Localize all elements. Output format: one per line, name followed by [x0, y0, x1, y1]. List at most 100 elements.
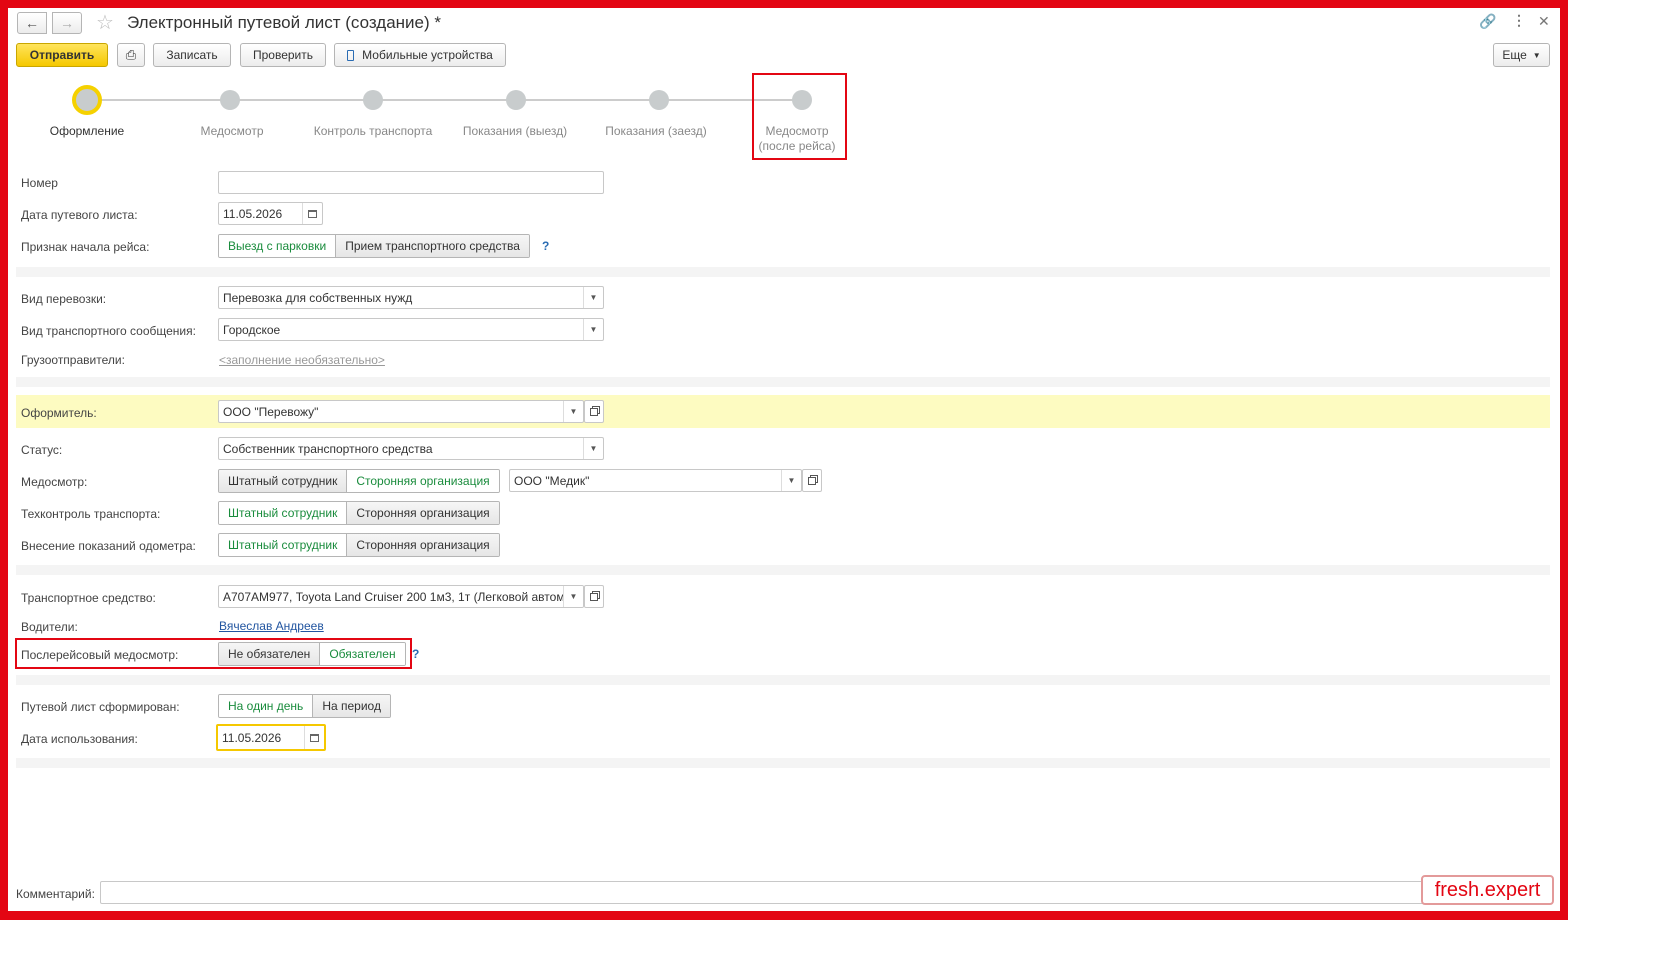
medical-org-value: ООО "Медик": [514, 473, 590, 488]
close-icon[interactable]: ✕: [1538, 13, 1550, 30]
vehicle-value: А707АМ977, Toyota Land Cruiser 200 1м3, …: [223, 589, 584, 604]
step-label-medical[interactable]: Медосмотр: [162, 124, 302, 139]
back-button[interactable]: ←: [17, 12, 47, 34]
medical-toggle[interactable]: Штатный сотрудник Сторонняя организация: [218, 469, 500, 493]
use-date-value: 11.05.2026: [222, 730, 282, 745]
section-separator: [16, 675, 1550, 685]
formed-for-toggle[interactable]: На один день На период: [218, 694, 391, 718]
traffic-kind-select[interactable]: Городское ▼: [218, 318, 604, 341]
phone-icon: [347, 49, 355, 61]
save-button[interactable]: Записать: [153, 43, 231, 67]
more-vertical-icon[interactable]: ⋮: [1512, 12, 1526, 29]
mobile-devices-label: Мобильные устройства: [362, 48, 493, 62]
step-dot-transport-control[interactable]: [363, 90, 383, 110]
forward-button[interactable]: →: [52, 12, 82, 34]
date-label: Дата путевого листа:: [21, 208, 138, 222]
odometer-label: Внесение показаний одометра:: [21, 539, 196, 553]
traffic-kind-label: Вид транспортного сообщения:: [21, 324, 196, 338]
number-label: Номер: [21, 176, 58, 190]
post-trip-medical-help-icon[interactable]: ?: [412, 647, 419, 661]
step-dot-readings-in[interactable]: [649, 90, 669, 110]
registrar-open-icon[interactable]: [584, 400, 604, 423]
odometer-toggle[interactable]: Штатный сотрудник Сторонняя организация: [218, 533, 500, 557]
shippers-label: Грузоотправители:: [21, 353, 125, 367]
more-label: Еще: [1502, 48, 1527, 62]
comment-field[interactable]: [100, 881, 1540, 904]
status-value: Собственник транспортного средства: [223, 441, 433, 456]
step-label-readings-in[interactable]: Показания (заезд): [586, 124, 726, 139]
highlight-box-post-trip-step: [752, 73, 847, 160]
option-third-party[interactable]: Сторонняя организация: [346, 502, 499, 524]
watermark-logo: fresh.expert: [1421, 875, 1554, 905]
status-select[interactable]: Собственник транспортного средства ▼: [218, 437, 604, 460]
option-from-parking[interactable]: Выезд с парковки: [219, 235, 336, 257]
section-separator: [16, 267, 1550, 277]
option-one-day[interactable]: На один день: [219, 695, 313, 717]
option-third-party[interactable]: Сторонняя организация: [346, 470, 499, 492]
section-separator: [16, 758, 1550, 768]
highlight-box-post-trip-field: [15, 638, 412, 669]
section-separator: [16, 565, 1550, 575]
transport-kind-select[interactable]: Перевозка для собственных нужд ▼: [218, 286, 604, 309]
driver-link[interactable]: Вячеслав Андреев: [219, 619, 324, 633]
chevron-down-icon[interactable]: ▼: [563, 586, 583, 607]
link-icon[interactable]: 🔗: [1479, 13, 1496, 30]
option-period[interactable]: На период: [312, 695, 390, 717]
option-staff-employee[interactable]: Штатный сотрудник: [219, 502, 347, 524]
vehicle-open-icon[interactable]: [584, 585, 604, 608]
print-button[interactable]: ⎙: [117, 43, 145, 67]
chevron-down-icon[interactable]: ▼: [583, 438, 603, 459]
option-third-party[interactable]: Сторонняя организация: [346, 534, 499, 556]
tech-control-toggle[interactable]: Штатный сотрудник Сторонняя организация: [218, 501, 500, 525]
shippers-link[interactable]: <заполнение необязательно>: [219, 353, 385, 367]
printer-icon: ⎙: [125, 47, 137, 62]
step-label-transport-control[interactable]: Контроль транспорта: [303, 124, 443, 139]
chevron-down-icon[interactable]: ▼: [583, 287, 603, 308]
send-button[interactable]: Отправить: [16, 43, 108, 67]
tech-control-label: Техконтроль транспорта:: [21, 507, 161, 521]
date-value: 11.05.2026: [223, 206, 283, 221]
step-label-readings-out[interactable]: Показания (выезд): [445, 124, 585, 139]
medical-org-open-icon[interactable]: [802, 469, 822, 492]
vehicle-select[interactable]: А707АМ977, Toyota Land Cruiser 200 1м3, …: [218, 585, 584, 608]
option-vehicle-acceptance[interactable]: Прием транспортного средства: [335, 235, 529, 257]
step-dot-medical[interactable]: [220, 90, 240, 110]
chevron-down-icon[interactable]: ▼: [583, 319, 603, 340]
comment-label: Комментарий:: [16, 887, 95, 901]
trip-start-label: Признак начала рейса:: [21, 240, 150, 254]
favorite-star-icon[interactable]: ☆: [96, 10, 114, 35]
step-label-registration[interactable]: Оформление: [17, 124, 157, 139]
stepper-track: [87, 99, 803, 101]
calendar-icon[interactable]: [302, 203, 322, 224]
drivers-label: Водители:: [21, 620, 78, 634]
transport-kind-label: Вид перевозки:: [21, 292, 107, 306]
medical-label: Медосмотр:: [21, 475, 88, 489]
use-date-field[interactable]: 11.05.2026: [216, 724, 326, 751]
registrar-select[interactable]: ООО "Перевожу" ▼: [218, 400, 584, 423]
transport-kind-value: Перевозка для собственных нужд: [223, 290, 413, 305]
calendar-icon[interactable]: [304, 726, 324, 749]
chevron-down-icon[interactable]: ▼: [563, 401, 583, 422]
arrow-left-icon: ←: [25, 15, 39, 31]
number-field[interactable]: [218, 171, 604, 194]
chevron-down-icon: ▼: [1532, 50, 1541, 60]
mobile-devices-button[interactable]: Мобильные устройства: [334, 43, 506, 67]
option-staff-employee[interactable]: Штатный сотрудник: [219, 534, 347, 556]
formed-for-label: Путевой лист сформирован:: [21, 700, 180, 714]
trip-start-help-icon[interactable]: ?: [542, 239, 549, 253]
more-button[interactable]: Еще ▼: [1493, 43, 1550, 67]
registrar-value: ООО "Перевожу": [223, 404, 319, 419]
use-date-label: Дата использования:: [21, 732, 138, 746]
status-label: Статус:: [21, 443, 63, 457]
window-title: Электронный путевой лист (создание) *: [127, 13, 442, 32]
step-dot-registration[interactable]: [72, 85, 102, 115]
option-staff-employee[interactable]: Штатный сотрудник: [219, 470, 347, 492]
date-field[interactable]: 11.05.2026: [218, 202, 323, 225]
arrow-right-icon: →: [60, 15, 74, 31]
section-separator: [16, 377, 1550, 387]
medical-org-select[interactable]: ООО "Медик" ▼: [509, 469, 802, 492]
chevron-down-icon[interactable]: ▼: [781, 470, 801, 491]
step-dot-readings-out[interactable]: [506, 90, 526, 110]
check-button[interactable]: Проверить: [240, 43, 326, 67]
trip-start-toggle[interactable]: Выезд с парковки Прием транспортного сре…: [218, 234, 530, 258]
